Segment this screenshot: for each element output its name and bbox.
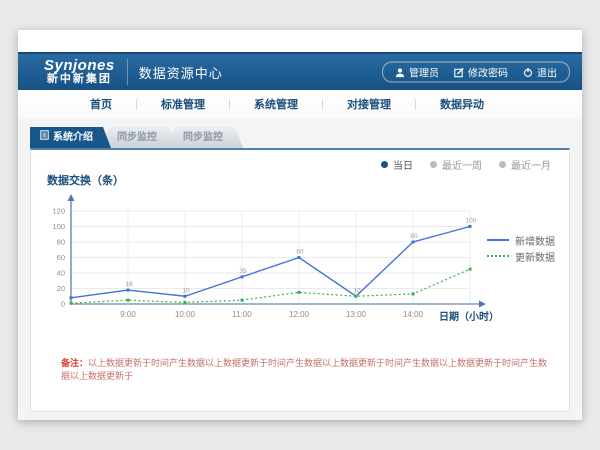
app-title: 数据资源中心	[139, 63, 223, 82]
brand-company: 新中新集团	[44, 74, 115, 86]
radio-dot	[430, 161, 437, 168]
nav-item-system-mgmt[interactable]: 系统管理	[230, 96, 322, 112]
app-window: Synjones 新中新集团 数据资源中心 管理员 修改密码	[18, 30, 582, 420]
svg-text:10:00: 10:00	[175, 310, 196, 319]
nav-item-home[interactable]: 首页	[66, 96, 136, 112]
nav-item-connect-mgmt[interactable]: 对接管理	[323, 96, 415, 112]
svg-text:100: 100	[466, 218, 477, 225]
svg-text:60: 60	[57, 253, 65, 262]
radio-today[interactable]: 当日	[381, 157, 413, 172]
nav-item-standard-mgmt[interactable]: 标准管理	[137, 96, 229, 112]
solid-line-swatch	[487, 239, 509, 241]
edit-icon	[454, 67, 464, 77]
brand-logo: Synjones 新中新集团	[44, 58, 115, 85]
svg-text:0: 0	[61, 300, 65, 309]
legend-label: 新增数据	[515, 233, 555, 248]
svg-text:10: 10	[353, 287, 361, 294]
logout-label: 退出	[537, 65, 557, 80]
user-account-button[interactable]: 管理员	[395, 65, 439, 80]
footnote-label: 备注：	[61, 358, 88, 368]
tab-label: 系统介绍	[53, 127, 93, 148]
tab-bar: 系统介绍 同步监控 同步监控	[30, 127, 243, 148]
svg-text:20: 20	[57, 284, 65, 293]
svg-text:80: 80	[57, 238, 65, 247]
app-header: Synjones 新中新集团 数据资源中心 管理员 修改密码	[18, 52, 582, 90]
power-icon	[523, 67, 533, 77]
radio-dot	[499, 161, 506, 168]
logout-button[interactable]: 退出	[523, 65, 557, 80]
svg-text:10: 10	[182, 287, 190, 294]
document-icon	[40, 127, 49, 148]
tab-sync-monitor-2[interactable]: 同步监控	[167, 127, 243, 148]
tab-sync-monitor-1[interactable]: 同步监控	[101, 127, 177, 148]
footnote-text: 以上数据更新于时间产生数据以上数据更新于时间产生数据以上数据更新于时间产生数据以…	[61, 358, 547, 381]
legend-item-updated-data[interactable]: 更新数据	[487, 248, 555, 264]
radio-label: 最近一月	[511, 157, 551, 172]
svg-text:60: 60	[296, 249, 304, 256]
tab-system-intro[interactable]: 系统介绍	[30, 127, 111, 148]
radio-last-month[interactable]: 最近一月	[499, 157, 551, 172]
nav-item-data-change[interactable]: 数据异动	[416, 96, 508, 112]
chart-legend: 新增数据 更新数据	[487, 232, 555, 264]
user-menu: 管理员 修改密码 退出	[382, 62, 570, 83]
time-range-radio-group: 当日 最近一周 最近一月	[381, 157, 551, 172]
dotted-line-swatch	[487, 255, 509, 257]
main-nav: 首页 标准管理 系统管理 对接管理 数据异动	[18, 90, 582, 119]
change-password-button[interactable]: 修改密码	[454, 65, 508, 80]
svg-text:11:00: 11:00	[232, 310, 252, 319]
brand-name: Synjones	[44, 58, 115, 74]
user-account-label: 管理员	[409, 65, 439, 80]
user-icon	[395, 67, 405, 77]
svg-text:14:00: 14:00	[403, 310, 424, 319]
radio-dot	[381, 161, 388, 168]
svg-text:35: 35	[239, 268, 247, 275]
tab-label: 同步监控	[117, 127, 157, 148]
radio-label: 当日	[393, 157, 413, 172]
legend-item-new-data[interactable]: 新增数据	[487, 232, 555, 248]
chart-panel: 当日 最近一周 最近一月 数据交换（条） 0204060801001209:00…	[30, 148, 570, 412]
svg-text:18: 18	[125, 281, 133, 288]
window-top-strip	[18, 30, 582, 52]
header-divider	[127, 59, 128, 85]
svg-text:120: 120	[52, 207, 65, 216]
svg-text:100: 100	[52, 222, 65, 231]
change-password-label: 修改密码	[468, 65, 508, 80]
radio-label: 最近一周	[442, 157, 482, 172]
content-area: 系统介绍 同步监控 同步监控 当日 最近一周	[18, 118, 582, 420]
svg-text:40: 40	[57, 269, 65, 278]
footnote: 备注：以上数据更新于时间产生数据以上数据更新于时间产生数据以上数据更新于时间产生…	[61, 357, 549, 382]
svg-text:13:00: 13:00	[346, 310, 367, 319]
svg-text:80: 80	[410, 233, 418, 240]
svg-text:12:00: 12:00	[289, 310, 310, 319]
x-axis-title: 日期（小时）	[439, 308, 499, 323]
tab-label: 同步监控	[183, 127, 223, 148]
radio-last-week[interactable]: 最近一周	[430, 157, 482, 172]
svg-text:9:00: 9:00	[120, 310, 136, 319]
legend-label: 更新数据	[515, 249, 555, 264]
